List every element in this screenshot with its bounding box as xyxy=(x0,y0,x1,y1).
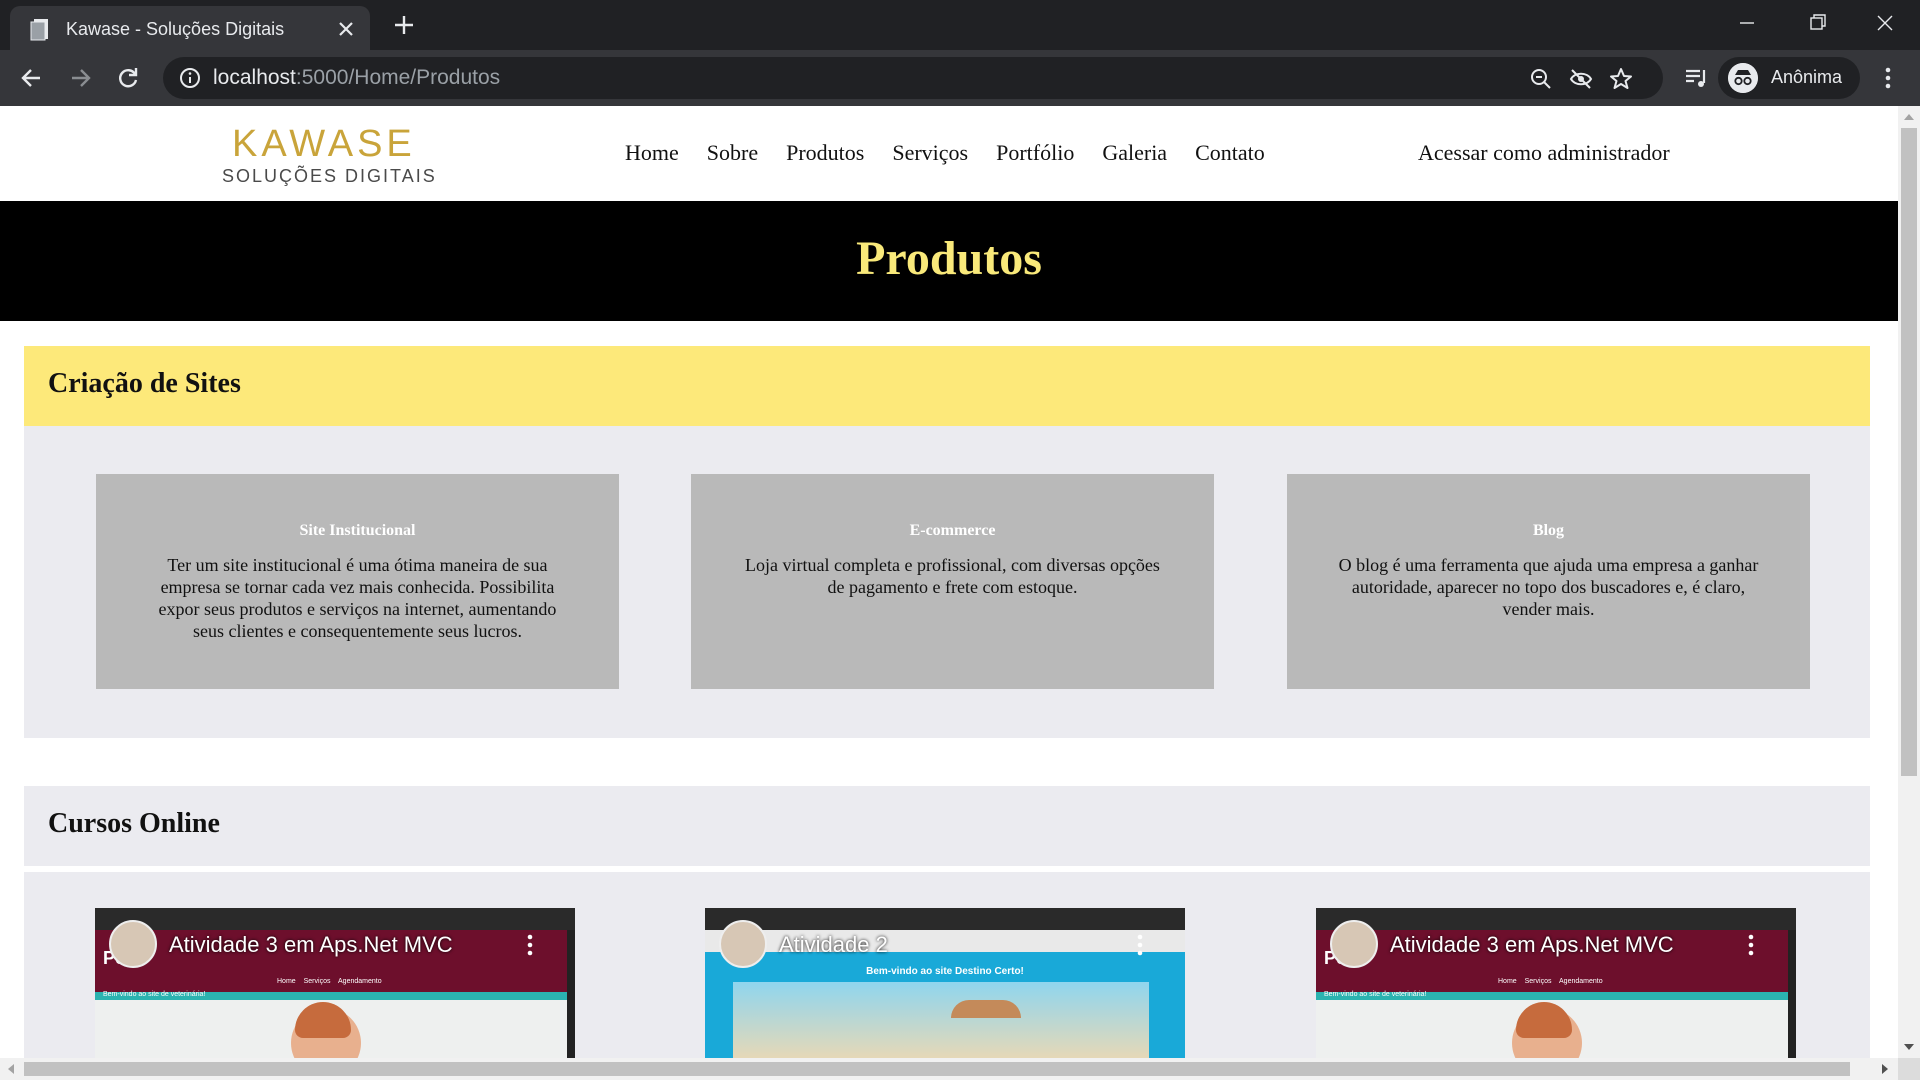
video-thumb-strip-text: Bem-vindo ao site de veterinária! xyxy=(103,991,206,998)
address-bar[interactable]: localhost:5000/Home/Produtos xyxy=(163,57,1663,99)
plus-icon[interactable] xyxy=(392,13,416,37)
site-header: KAWASE SOLUÇÕES DIGITAIS Home Sobre Prod… xyxy=(0,106,1898,201)
media-icon[interactable] xyxy=(1682,64,1710,92)
page-banner: Produtos xyxy=(0,201,1898,321)
horizontal-scroll-thumb[interactable] xyxy=(24,1062,1850,1076)
browser-tab[interactable]: Kawase - Soluções Digitais xyxy=(10,6,370,50)
menu-icon[interactable] xyxy=(1874,64,1902,92)
url-path: :5000/Home/Produtos xyxy=(295,66,501,89)
video-thumb-topbar xyxy=(95,908,575,930)
video-thumb-menu: Home Serviços Agendamento xyxy=(277,978,382,985)
nav-contato[interactable]: Contato xyxy=(1195,140,1265,166)
video-thumb-strip-text: Bem-vindo ao site de veterinária! xyxy=(1324,991,1427,998)
minimize-icon[interactable] xyxy=(1730,8,1764,38)
vertical-scroll-thumb[interactable] xyxy=(1901,128,1917,776)
product-card: Site Institucional Ter um site instituci… xyxy=(96,474,619,689)
scroll-up-icon[interactable] xyxy=(1903,112,1915,122)
profile-name: Anônima xyxy=(1771,67,1843,87)
section-title: Criação de Sites xyxy=(48,368,241,399)
restore-icon[interactable] xyxy=(1800,8,1834,38)
video-thumb-welcome: Bem-vindo ao site Destino Certo! xyxy=(866,966,1024,977)
info-icon[interactable] xyxy=(179,67,201,89)
logo-main: KAWASE xyxy=(232,123,416,165)
close-window-icon[interactable] xyxy=(1868,8,1902,38)
incognito-icon xyxy=(1728,63,1758,93)
nav-portfolio[interactable]: Portfólio xyxy=(996,140,1074,166)
video-thumb-menu: Home Serviços Agendamento xyxy=(1498,978,1603,985)
page-viewport: KAWASE SOLUÇÕES DIGITAIS Home Sobre Prod… xyxy=(0,106,1898,1058)
nav-produtos[interactable]: Produtos xyxy=(786,140,864,166)
more-options-icon[interactable] xyxy=(527,934,533,956)
admin-login-link[interactable]: Acessar como administrador xyxy=(1418,140,1670,166)
logo-subtitle: SOLUÇÕES DIGITAIS xyxy=(222,166,437,186)
vertical-scrollbar[interactable] xyxy=(1898,106,1920,1058)
video-thumb-navbar xyxy=(705,930,1185,952)
nav-home[interactable]: Home xyxy=(625,140,679,166)
video-title[interactable]: Atividade 3 em Aps.Net MVC xyxy=(169,932,453,958)
card-text: Ter um site institucional é uma ótima ma… xyxy=(158,555,557,641)
channel-avatar[interactable] xyxy=(1330,920,1378,968)
url-host: localhost xyxy=(213,66,296,89)
card-text: Loja virtual completa e profissional, co… xyxy=(745,555,1160,597)
tab-strip: Kawase - Soluções Digitais xyxy=(0,0,1920,50)
scroll-left-icon[interactable] xyxy=(6,1063,16,1075)
url-text[interactable]: localhost:5000/Home/Produtos xyxy=(213,66,500,90)
video-thumb-umbrella xyxy=(951,1000,1021,1018)
section-header-courses: Cursos Online xyxy=(24,786,1870,866)
channel-avatar[interactable] xyxy=(719,920,767,968)
card-title: E-commerce xyxy=(909,522,996,539)
card-title: Blog xyxy=(1532,522,1565,539)
channel-avatar[interactable] xyxy=(109,920,157,968)
nav-sobre[interactable]: Sobre xyxy=(707,140,758,166)
section-title: Cursos Online xyxy=(48,808,220,839)
browser-chrome: Kawase - Soluções Digitais localhost:500… xyxy=(0,0,1920,106)
profile-button[interactable]: Anônima xyxy=(1718,57,1860,99)
video-thumb-topbar xyxy=(1316,908,1796,930)
eye-off-icon[interactable] xyxy=(1569,67,1593,91)
product-card: Blog O blog é uma ferramenta que ajuda u… xyxy=(1287,474,1810,689)
product-card: E-commerce Loja virtual completa e profi… xyxy=(691,474,1214,689)
scroll-down-icon[interactable] xyxy=(1903,1042,1915,1052)
video-embed[interactable]: Pet Home Serviços Agendamento Bem-vindo … xyxy=(1316,908,1796,1058)
more-options-icon[interactable] xyxy=(1748,934,1754,956)
horizontal-scrollbar[interactable] xyxy=(0,1058,1898,1080)
nav-galeria[interactable]: Galeria xyxy=(1102,140,1167,166)
scroll-right-icon[interactable] xyxy=(1880,1063,1890,1075)
site-logo[interactable]: KAWASE SOLUÇÕES DIGITAIS xyxy=(222,123,435,186)
main-nav: Home Sobre Produtos Serviços Portfólio G… xyxy=(625,140,1265,166)
reload-icon[interactable] xyxy=(114,64,142,92)
section-header-sites: Criação de Sites xyxy=(24,346,1870,426)
video-title[interactable]: Atividade 2 xyxy=(779,932,888,958)
close-icon[interactable] xyxy=(336,19,356,39)
card-text: O blog é uma ferramenta que ajuda uma em… xyxy=(1338,555,1759,619)
star-icon[interactable] xyxy=(1609,67,1633,91)
forward-icon[interactable] xyxy=(66,64,94,92)
video-thumb-topbar xyxy=(705,908,1185,930)
video-thumb-beach xyxy=(733,982,1149,1058)
tab-title: Kawase - Soluções Digitais xyxy=(66,19,285,39)
video-embed[interactable]: Bem-vindo ao site Destino Certo! Ativida… xyxy=(705,908,1185,1058)
nav-servicos[interactable]: Serviços xyxy=(892,140,968,166)
page-title: Produtos xyxy=(856,232,1042,285)
zoom-icon[interactable] xyxy=(1529,67,1553,91)
back-icon[interactable] xyxy=(18,64,46,92)
section-body-courses: Pet Home Serviços Agendamento Bem-vindo … xyxy=(24,872,1870,1058)
tab-favicon-icon xyxy=(30,19,48,41)
scrollbar-corner xyxy=(1898,1058,1920,1080)
section-body-sites: Site Institucional Ter um site instituci… xyxy=(24,426,1870,738)
more-options-icon[interactable] xyxy=(1137,934,1143,956)
video-embed[interactable]: Pet Home Serviços Agendamento Bem-vindo … xyxy=(95,908,575,1058)
browser-toolbar: localhost:5000/Home/Produtos Anônima xyxy=(0,50,1920,106)
card-title: Site Institucional xyxy=(299,522,416,539)
video-title[interactable]: Atividade 3 em Aps.Net MVC xyxy=(1390,932,1674,958)
